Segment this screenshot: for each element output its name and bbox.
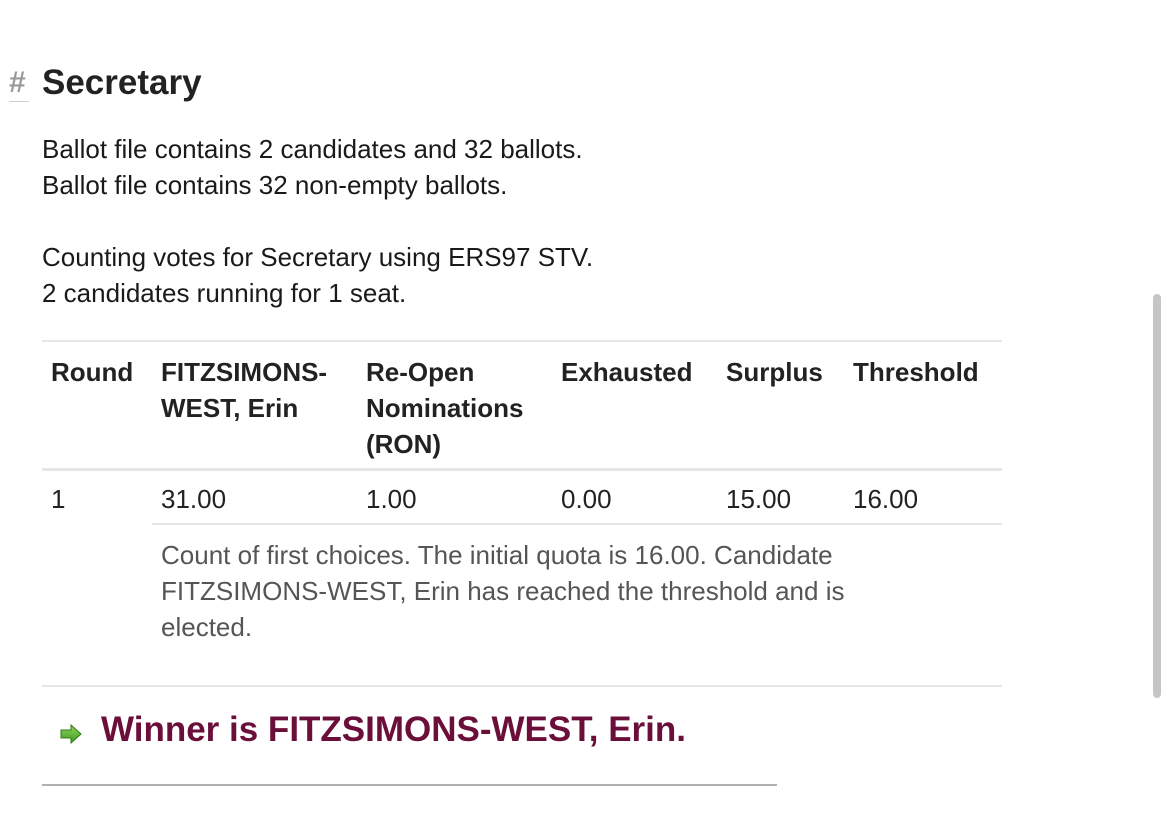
ballot-info: Ballot file contains 2 candidates and 32…	[42, 131, 583, 203]
cell-candidate1-votes: 31.00	[152, 469, 357, 525]
header-candidate1-line1: FITZSIMONS-	[161, 357, 328, 387]
header-candidate-ron: Re-Open Nominations (RON)	[357, 340, 552, 471]
header-candidate2-line3: (RON)	[366, 429, 442, 459]
table-row: 1 31.00 1.00 0.00 15.00 16.00	[42, 469, 1002, 525]
header-candidate2-line1: Re-Open	[366, 357, 475, 387]
counting-method-line: Counting votes for Secretary using ERS97…	[42, 242, 594, 272]
ballot-count-line: Ballot file contains 2 candidates and 32…	[42, 134, 583, 164]
header-round: Round	[42, 340, 152, 471]
cell-surplus: 15.00	[717, 469, 844, 525]
scrollbar[interactable]	[1153, 294, 1161, 698]
header-candidate-fitzsimons-west: FITZSIMONS- WEST, Erin	[152, 340, 357, 471]
header-exhausted: Exhausted	[552, 340, 717, 471]
cell-threshold: 16.00	[844, 469, 1002, 525]
results-table: Round FITZSIMONS- WEST, Erin Re-Open Nom…	[42, 340, 1002, 687]
heading-anchor-link[interactable]: #	[9, 66, 29, 102]
nonempty-ballots-line: Ballot file contains 32 non-empty ballot…	[42, 170, 508, 200]
cell-round: 1	[51, 484, 66, 514]
header-candidate2-line2: Nominations	[366, 393, 524, 423]
page: # Secretary Ballot file contains 2 candi…	[0, 0, 1170, 817]
winner-banner: Winner is FITZSIMONS-WEST, Erin.	[58, 708, 686, 752]
green-arrow-icon	[60, 723, 82, 745]
winner-text: Winner is FITZSIMONS-WEST, Erin.	[101, 710, 686, 749]
cell-candidate2-votes: 1.00	[357, 469, 552, 525]
table-header-row: Round FITZSIMONS- WEST, Erin Re-Open Nom…	[42, 340, 1002, 471]
header-surplus: Surplus	[717, 340, 844, 471]
cell-exhausted: 0.00	[552, 469, 717, 525]
header-threshold: Threshold	[844, 340, 1002, 471]
table-note-row: Count of first choices. The initial quot…	[42, 524, 1002, 687]
header-candidate1-line2: WEST, Erin	[161, 393, 299, 423]
round-note: Count of first choices. The initial quot…	[152, 524, 1002, 687]
count-info: Counting votes for Secretary using ERS97…	[42, 239, 593, 311]
section-title: Secretary	[42, 63, 202, 102]
note-spacer	[42, 524, 152, 687]
divider	[42, 784, 777, 786]
seats-line: 2 candidates running for 1 seat.	[42, 278, 407, 308]
